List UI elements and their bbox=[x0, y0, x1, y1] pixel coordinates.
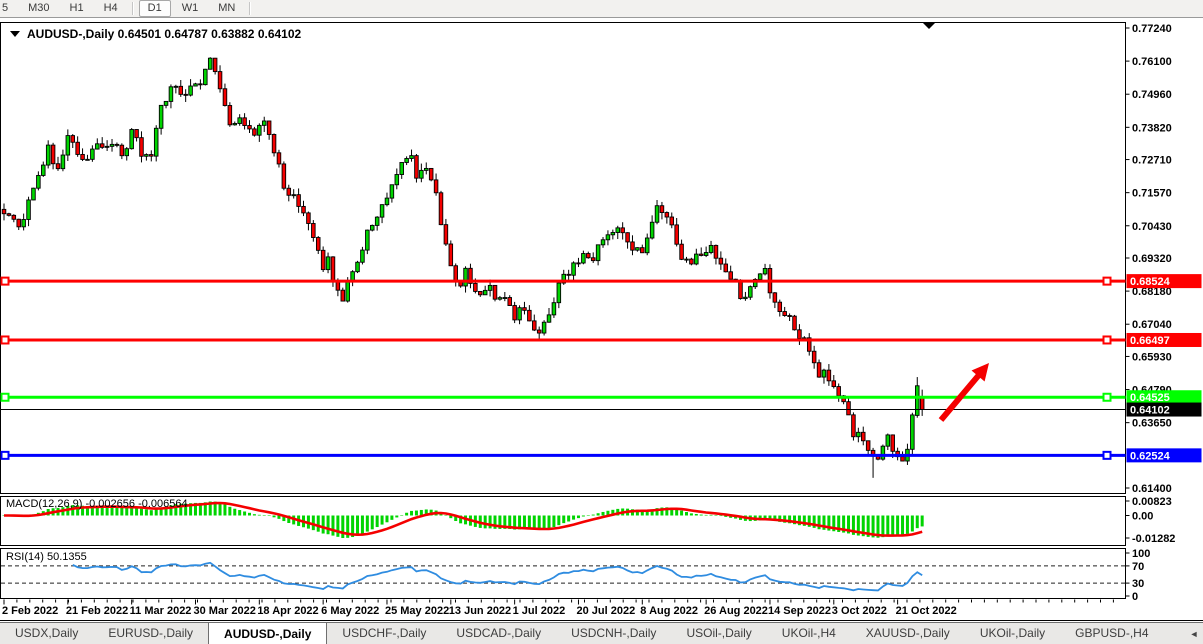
chart-tab-usoil-daily[interactable]: USOil-,Daily bbox=[671, 623, 766, 644]
price-axis[interactable]: 0.77240 0.76100 0.74960 0.73820 0.72710 0.715… bbox=[1126, 23, 1172, 495]
terminal-window: 5M30H1H4 D1W1MN 0.77240 0.76100 0.74960 0.73… bbox=[0, 0, 1203, 644]
chart-tab-gbpusd-h4[interactable]: GBPUSD-,H4 bbox=[1060, 623, 1163, 644]
date-tick-label: 1 Jul 2022 bbox=[513, 605, 566, 617]
tabs-scroll-nav: ◄► bbox=[1190, 623, 1203, 644]
rsi-axis-label: 100 bbox=[1132, 548, 1150, 560]
price-tick-label: 0.63650 bbox=[1132, 418, 1172, 430]
macd-axis-label: -0.01282 bbox=[1132, 533, 1175, 545]
line-handle[interactable] bbox=[1104, 278, 1111, 285]
price-tick-label: 0.76100 bbox=[1132, 56, 1172, 68]
rsi-axis-label: 30 bbox=[1132, 578, 1144, 590]
chart-title: AUDUSD-,Daily 0.64501 0.64787 0.63882 0.… bbox=[10, 27, 302, 41]
price-tick-label: 0.77240 bbox=[1132, 23, 1172, 35]
date-tick-label: 30 Mar 2022 bbox=[193, 605, 255, 617]
chart-tab-xauusd-daily[interactable]: XAUUSD-,Daily bbox=[851, 623, 965, 644]
macd-indicator-label: MACD(12,26,9) -0.002656 -0.006564 bbox=[6, 498, 188, 510]
timeframe-button-h1[interactable]: H1 bbox=[61, 0, 93, 17]
timeframe-button-5[interactable]: 5 bbox=[0, 0, 17, 17]
price-tick-label: 0.70430 bbox=[1132, 221, 1172, 233]
date-tick-label: 11 Mar 2022 bbox=[130, 605, 192, 617]
line-handle[interactable] bbox=[1104, 394, 1111, 401]
price-tick-label: 0.65930 bbox=[1132, 351, 1172, 363]
chart-tab-eurusd-daily[interactable]: EURUSD-,Daily bbox=[93, 623, 208, 644]
date-tick-label: 3 Oct 2022 bbox=[832, 605, 887, 617]
chart-tab-usdcad-daily[interactable]: USDCAD-,Daily bbox=[441, 623, 556, 644]
line-handle[interactable] bbox=[1104, 336, 1111, 343]
date-tick-label: 6 May 2022 bbox=[321, 605, 379, 617]
price-box-label: 0.62524 bbox=[1130, 450, 1171, 462]
chart-tab-ukoil-h4[interactable]: UKOil-,H4 bbox=[767, 623, 851, 644]
date-tick-label: 14 Sep 2022 bbox=[768, 605, 831, 617]
panel-frames bbox=[0, 23, 1203, 621]
date-tick-label: 2 Feb 2022 bbox=[2, 605, 58, 617]
price-box-label: 0.66497 bbox=[1130, 335, 1170, 347]
timeframe-button-w1[interactable]: W1 bbox=[173, 0, 208, 17]
rsi-indicator-label: RSI(14) 50.1355 bbox=[6, 551, 87, 563]
timeframe-button-d1[interactable]: D1 bbox=[139, 0, 171, 17]
timeframe-toolbar: 5M30H1H4 D1W1MN bbox=[0, 0, 1203, 18]
price-tick-label: 0.73820 bbox=[1132, 122, 1172, 134]
line-handle[interactable] bbox=[2, 336, 9, 343]
macd-axis-label: 0.00823 bbox=[1132, 496, 1172, 508]
price-tick-label: 0.61400 bbox=[1132, 483, 1172, 495]
line-handle[interactable] bbox=[2, 452, 9, 459]
date-tick-label: 8 Aug 2022 bbox=[640, 605, 698, 617]
date-tick-label: 26 Aug 2022 bbox=[704, 605, 768, 617]
line-handle[interactable] bbox=[2, 278, 9, 285]
date-tick-label: 25 May 2022 bbox=[385, 605, 449, 617]
chart-canvas[interactable]: 0.77240 0.76100 0.74960 0.73820 0.72710 0.715… bbox=[0, 18, 1203, 622]
timeframe-button-mn[interactable]: MN bbox=[209, 0, 244, 17]
price-tick-label: 0.69320 bbox=[1132, 253, 1172, 265]
price-tick-label: 0.67040 bbox=[1132, 319, 1172, 331]
line-handle[interactable] bbox=[1104, 452, 1111, 459]
price-box-label: 0.64102 bbox=[1130, 405, 1170, 417]
price-label-boxes: 0.68524 0.66497 0.64525 0.62524 0.64102 bbox=[1127, 274, 1202, 462]
chart-tab-usdx-daily[interactable]: USDX,Daily bbox=[0, 623, 93, 644]
date-tick-label: 13 Jun 2022 bbox=[449, 605, 511, 617]
macd-axis-label: 0.00 bbox=[1132, 511, 1153, 523]
line-handle[interactable] bbox=[2, 394, 9, 401]
rsi-axis-label: 70 bbox=[1132, 561, 1144, 573]
price-box-label: 0.68524 bbox=[1130, 276, 1171, 288]
price-tick-label: 0.71570 bbox=[1132, 188, 1172, 200]
rsi-axis-label: 0 bbox=[1132, 591, 1138, 603]
chart-tab-usdchf-daily[interactable]: USDCHF-,Daily bbox=[327, 623, 441, 644]
symbol-ohlc-title: AUDUSD-,Daily 0.64501 0.64787 0.63882 0.… bbox=[27, 27, 302, 41]
date-tick-label: 21 Oct 2022 bbox=[896, 605, 957, 617]
price-box-label: 0.64525 bbox=[1130, 392, 1170, 404]
chart-tab-ukoil-daily[interactable]: UKOil-,Daily bbox=[965, 623, 1060, 644]
timeframe-button-h4[interactable]: H4 bbox=[95, 0, 127, 17]
date-tick-label: 20 Jul 2022 bbox=[576, 605, 635, 617]
time-axis[interactable]: 2 Feb 2022 21 Feb 202211 Mar 202230 Mar 2… bbox=[2, 600, 1113, 618]
timeframe-button-m30[interactable]: M30 bbox=[19, 0, 58, 17]
price-tick-label: 0.72710 bbox=[1132, 155, 1172, 167]
chart-tabs-bar: USDX,DailyEURUSD-,DailyAUDUSD-,DailyUSDC… bbox=[0, 622, 1203, 644]
date-tick-label: 21 Feb 2022 bbox=[66, 605, 128, 617]
toolbar-separator bbox=[132, 2, 134, 15]
chart-tab-usdcnh-daily[interactable]: USDCNH-,Daily bbox=[556, 623, 671, 644]
price-tick-label: 0.74960 bbox=[1132, 89, 1172, 101]
tabs-scroll-left-icon[interactable]: ◄ bbox=[1190, 629, 1199, 639]
date-tick-label: 18 Apr 2022 bbox=[257, 605, 318, 617]
toolbar-separator bbox=[249, 2, 251, 15]
chart-tab-audusd-daily[interactable]: AUDUSD-,Daily bbox=[208, 622, 327, 644]
